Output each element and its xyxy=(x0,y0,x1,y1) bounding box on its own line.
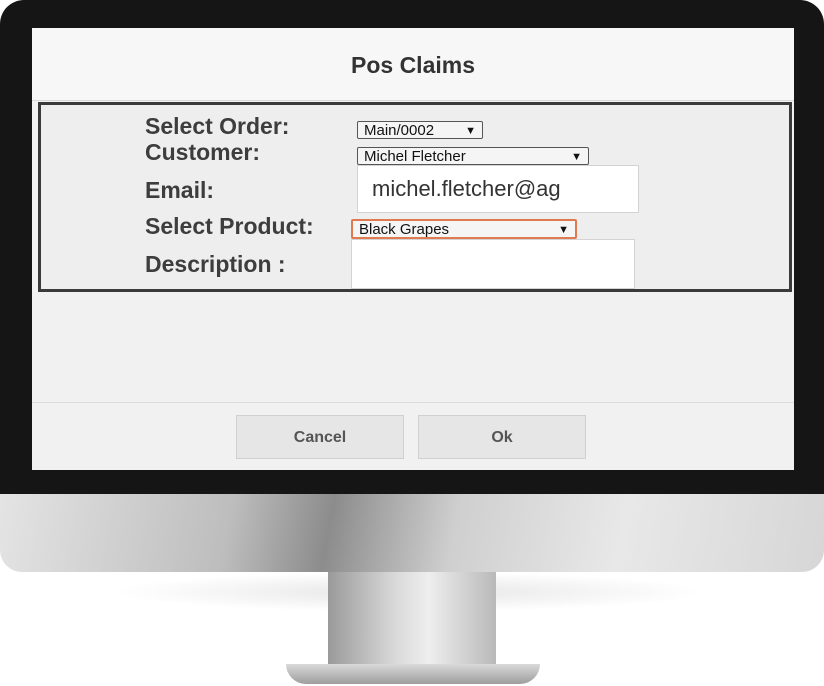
dialog-footer: Cancel Ok xyxy=(32,402,794,470)
select-product-dropdown[interactable]: Black Grapes ▼ xyxy=(351,219,577,239)
customer-dropdown[interactable]: Michel Fletcher ▼ xyxy=(357,147,589,165)
monitor-base xyxy=(286,664,540,684)
dialog-title: Pos Claims xyxy=(351,52,475,78)
chevron-down-icon: ▼ xyxy=(571,151,582,163)
ok-button[interactable]: Ok xyxy=(418,415,586,459)
chevron-down-icon: ▼ xyxy=(465,125,476,137)
customer-value: Michel Fletcher xyxy=(364,148,466,165)
monitor-stand xyxy=(328,572,496,670)
description-field[interactable] xyxy=(351,239,635,289)
dialog-header: Pos Claims xyxy=(32,28,794,101)
cancel-button[interactable]: Cancel xyxy=(236,415,404,459)
email-field[interactable]: michel.fletcher@ag xyxy=(357,165,639,213)
screen: Pos Claims Select Order: Main/0002 ▼ Cus… xyxy=(32,28,794,470)
monitor-chin xyxy=(0,494,824,572)
claim-form: Select Order: Main/0002 ▼ Customer: Mich… xyxy=(38,102,792,292)
chevron-down-icon: ▼ xyxy=(558,224,569,236)
select-product-label: Select Product: xyxy=(145,213,314,239)
select-product-value: Black Grapes xyxy=(359,221,450,238)
select-order-value: Main/0002 xyxy=(364,122,435,139)
description-label: Description : xyxy=(145,251,286,277)
select-order-label: Select Order: xyxy=(145,113,290,139)
select-order-dropdown[interactable]: Main/0002 ▼ xyxy=(357,121,483,139)
customer-label: Customer: xyxy=(145,139,261,165)
email-label: Email: xyxy=(145,177,215,203)
dialog-body-empty xyxy=(32,292,794,402)
